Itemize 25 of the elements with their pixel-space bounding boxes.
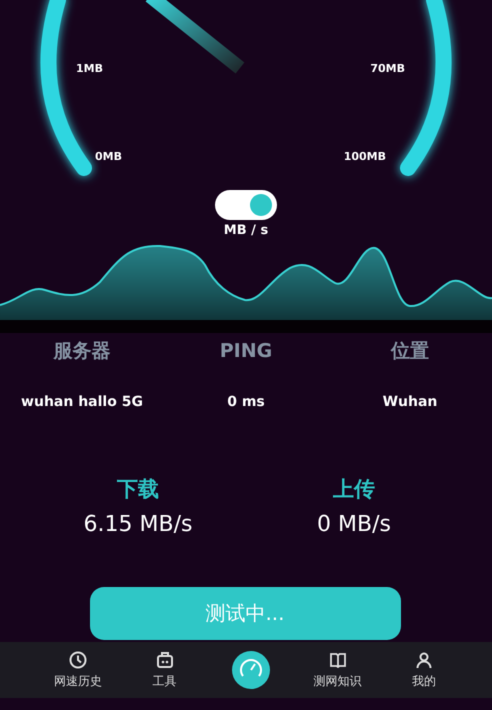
info-value: Wuhan [382, 394, 438, 410]
info-value: wuhan hallo 5G [21, 394, 143, 410]
speed-value: 6.15 MB/s [84, 511, 192, 539]
nav-tab[interactable]: 我的 [396, 650, 452, 690]
speedometer-icon[interactable] [232, 651, 270, 689]
unit-toggle[interactable] [215, 190, 277, 220]
speed-value: 0 MB/s [317, 511, 391, 539]
unit-label: MB / s [224, 223, 268, 239]
column-header: PING [220, 339, 272, 363]
clock-icon [69, 650, 87, 668]
speed-label: 上传 [333, 476, 375, 503]
gauge-label: 100MB [344, 150, 386, 163]
gauge-label: 0MB [95, 150, 122, 163]
gauge-label: 70MB [370, 62, 405, 75]
gauge-label: 1MB [76, 62, 103, 75]
info-value: 0 ms [227, 394, 265, 410]
nav-tab[interactable]: 工具 [136, 650, 192, 690]
toolbox-icon [156, 650, 174, 668]
column-header: 位置 [391, 339, 429, 363]
nav-tab[interactable]: 网速历史 [50, 650, 106, 690]
speed-label: 下载 [117, 476, 159, 503]
book-icon [328, 650, 346, 668]
nav-tab[interactable]: 测网知识 [310, 650, 366, 690]
person-icon [415, 650, 433, 668]
column-header: 服务器 [54, 339, 110, 363]
